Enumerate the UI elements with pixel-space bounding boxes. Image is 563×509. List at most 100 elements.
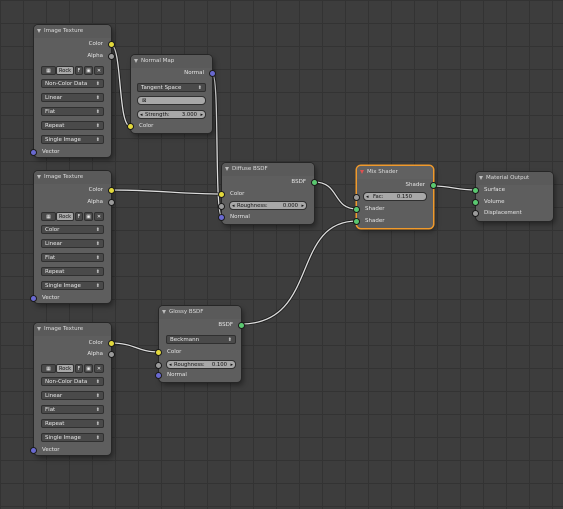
image-selector[interactable]: ▦ Rock F ▣ ✕ xyxy=(41,364,104,373)
color-space-dropdown[interactable]: Non-Color Data ⬍ xyxy=(41,79,104,88)
source-dropdown[interactable]: Single Image ⬍ xyxy=(41,281,104,290)
dropdown-value: Linear xyxy=(45,241,63,247)
fake-user-button[interactable]: F xyxy=(75,212,83,221)
color-space-dropdown[interactable]: Color ⬍ xyxy=(41,225,104,234)
output-shader-socket[interactable] xyxy=(430,182,437,189)
input-color-socket[interactable] xyxy=(218,191,225,198)
node-header[interactable]: Glossy BSDF xyxy=(159,306,241,319)
input-surface-socket[interactable] xyxy=(472,187,479,194)
normal-map-node[interactable]: Normal Map Normal Tangent Space ⬍ ⊠ ◂ Str… xyxy=(127,55,216,133)
input-normal-socket[interactable] xyxy=(155,372,162,379)
collapse-icon[interactable] xyxy=(134,59,138,63)
material-output-node[interactable]: Material Output Surface Volume Displacem… xyxy=(472,172,553,221)
source-dropdown[interactable]: Single Image ⬍ xyxy=(41,135,104,144)
collapse-icon[interactable] xyxy=(37,29,41,33)
image-texture-node-1[interactable]: Image Texture Color Alpha ▦ Rock F ▣ ✕ N… xyxy=(30,25,115,157)
projection-dropdown[interactable]: Flat ⬍ xyxy=(41,253,104,262)
node-header[interactable]: Material Output xyxy=(476,172,553,185)
glossy-bsdf-node[interactable]: Glossy BSDF BSDF Beckmann ⬍ Color ◂ Rough… xyxy=(155,306,245,382)
fake-user-button[interactable]: F xyxy=(75,66,83,75)
extension-dropdown[interactable]: Repeat ⬍ xyxy=(41,419,104,428)
increment-arrow-icon[interactable]: ▸ xyxy=(230,361,233,370)
collapse-icon[interactable] xyxy=(479,176,483,180)
input-displacement-socket[interactable] xyxy=(472,210,479,217)
collapse-icon[interactable] xyxy=(225,167,229,171)
strength-field[interactable]: ◂ Strength: 3.000 ▸ xyxy=(137,110,206,119)
image-name[interactable]: Rock xyxy=(56,212,74,221)
interpolation-dropdown[interactable]: Linear ⬍ xyxy=(41,391,104,400)
input-shader-2-socket[interactable] xyxy=(353,218,360,225)
collapse-icon[interactable] xyxy=(162,310,166,314)
decrement-arrow-icon[interactable]: ◂ xyxy=(232,202,235,211)
dropdown-value: Flat xyxy=(45,255,56,261)
input-color-socket[interactable] xyxy=(127,123,134,130)
interpolation-dropdown[interactable]: Linear ⬍ xyxy=(41,93,104,102)
output-color-socket[interactable] xyxy=(108,41,115,48)
output-color-socket[interactable] xyxy=(108,187,115,194)
node-editor[interactable]: Image Texture Color Alpha ▦ Rock F ▣ ✕ N… xyxy=(0,0,563,509)
output-alpha-socket[interactable] xyxy=(108,351,115,358)
fake-user-button[interactable]: F xyxy=(75,364,83,373)
output-alpha-socket[interactable] xyxy=(108,53,115,60)
extension-dropdown[interactable]: Repeat ⬍ xyxy=(41,267,104,276)
node-header[interactable]: Mix Shader xyxy=(357,166,433,179)
projection-dropdown[interactable]: Flat ⬍ xyxy=(41,405,104,414)
image-browse-icon[interactable]: ▦ xyxy=(41,66,56,75)
node-header[interactable]: Diffuse BSDF xyxy=(222,163,314,176)
image-browse-icon[interactable]: ▦ xyxy=(41,212,56,221)
image-selector[interactable]: ▦ Rock F ▣ ✕ xyxy=(41,212,104,221)
unlink-image-icon[interactable]: ✕ xyxy=(94,66,104,75)
image-texture-node-3[interactable]: Image Texture Color Alpha ▦ Rock F ▣ ✕ N… xyxy=(30,323,115,455)
input-vector-socket[interactable] xyxy=(30,295,37,302)
decrement-arrow-icon[interactable]: ◂ xyxy=(140,111,143,120)
projection-dropdown[interactable]: Flat ⬍ xyxy=(41,107,104,116)
diffuse-bsdf-node[interactable]: Diffuse BSDF BSDF Color ◂ Roughness: 0.0… xyxy=(218,163,318,224)
open-image-icon[interactable]: ▣ xyxy=(84,212,93,221)
input-roughness-socket[interactable] xyxy=(218,203,225,210)
node-header[interactable]: Normal Map xyxy=(131,55,212,68)
image-name[interactable]: Rock xyxy=(56,66,74,75)
node-header[interactable]: Image Texture xyxy=(34,323,111,336)
input-vector-socket[interactable] xyxy=(30,149,37,156)
output-color-socket[interactable] xyxy=(108,340,115,347)
output-bsdf-socket[interactable] xyxy=(311,179,318,186)
image-selector[interactable]: ▦ Rock F ▣ ✕ xyxy=(41,66,104,75)
fac-field[interactable]: ◂ Fac: 0.150 xyxy=(363,192,427,201)
color-space-dropdown[interactable]: Non-Color Data ⬍ xyxy=(41,377,104,386)
input-shader-1-socket[interactable] xyxy=(353,206,360,213)
decrement-arrow-icon[interactable]: ◂ xyxy=(366,193,369,202)
unlink-image-icon[interactable]: ✕ xyxy=(94,364,104,373)
open-image-icon[interactable]: ▣ xyxy=(84,66,93,75)
output-alpha-socket[interactable] xyxy=(108,199,115,206)
input-fac-socket[interactable] xyxy=(353,194,360,201)
unlink-image-icon[interactable]: ✕ xyxy=(94,212,104,221)
node-header[interactable]: Image Texture xyxy=(34,25,111,38)
extension-dropdown[interactable]: Repeat ⬍ xyxy=(41,121,104,130)
image-texture-node-2[interactable]: Image Texture Color Alpha ▦ Rock F ▣ ✕ C… xyxy=(30,171,115,303)
increment-arrow-icon[interactable]: ▸ xyxy=(301,202,304,211)
collapse-icon[interactable] xyxy=(37,327,41,331)
increment-arrow-icon[interactable]: ▸ xyxy=(200,111,203,120)
roughness-field[interactable]: ◂ Roughness: 0.000 ▸ xyxy=(229,201,307,210)
input-roughness-socket[interactable] xyxy=(155,362,162,369)
node-header[interactable]: Image Texture xyxy=(34,171,111,184)
input-color-socket[interactable] xyxy=(155,349,162,356)
space-dropdown[interactable]: Tangent Space ⬍ xyxy=(137,83,206,92)
source-dropdown[interactable]: Single Image ⬍ xyxy=(41,433,104,442)
uv-map-field[interactable]: ⊠ xyxy=(137,96,206,105)
decrement-arrow-icon[interactable]: ◂ xyxy=(169,361,172,370)
image-browse-icon[interactable]: ▦ xyxy=(41,364,56,373)
input-normal-socket[interactable] xyxy=(218,214,225,221)
roughness-field[interactable]: ◂ Roughness: 0.100 ▸ xyxy=(166,360,236,369)
input-vector-socket[interactable] xyxy=(30,447,37,454)
collapse-icon[interactable] xyxy=(37,175,41,179)
image-name[interactable]: Rock xyxy=(56,364,74,373)
collapse-icon[interactable] xyxy=(360,170,364,174)
distribution-dropdown[interactable]: Beckmann ⬍ xyxy=(166,335,236,344)
open-image-icon[interactable]: ▣ xyxy=(84,364,93,373)
output-bsdf-socket[interactable] xyxy=(238,322,245,329)
interpolation-dropdown[interactable]: Linear ⬍ xyxy=(41,239,104,248)
output-normal-socket[interactable] xyxy=(209,70,216,77)
mix-shader-node[interactable]: Mix Shader Shader ◂ Fac: 0.150 Shader Sh… xyxy=(353,166,437,228)
input-volume-socket[interactable] xyxy=(472,199,479,206)
